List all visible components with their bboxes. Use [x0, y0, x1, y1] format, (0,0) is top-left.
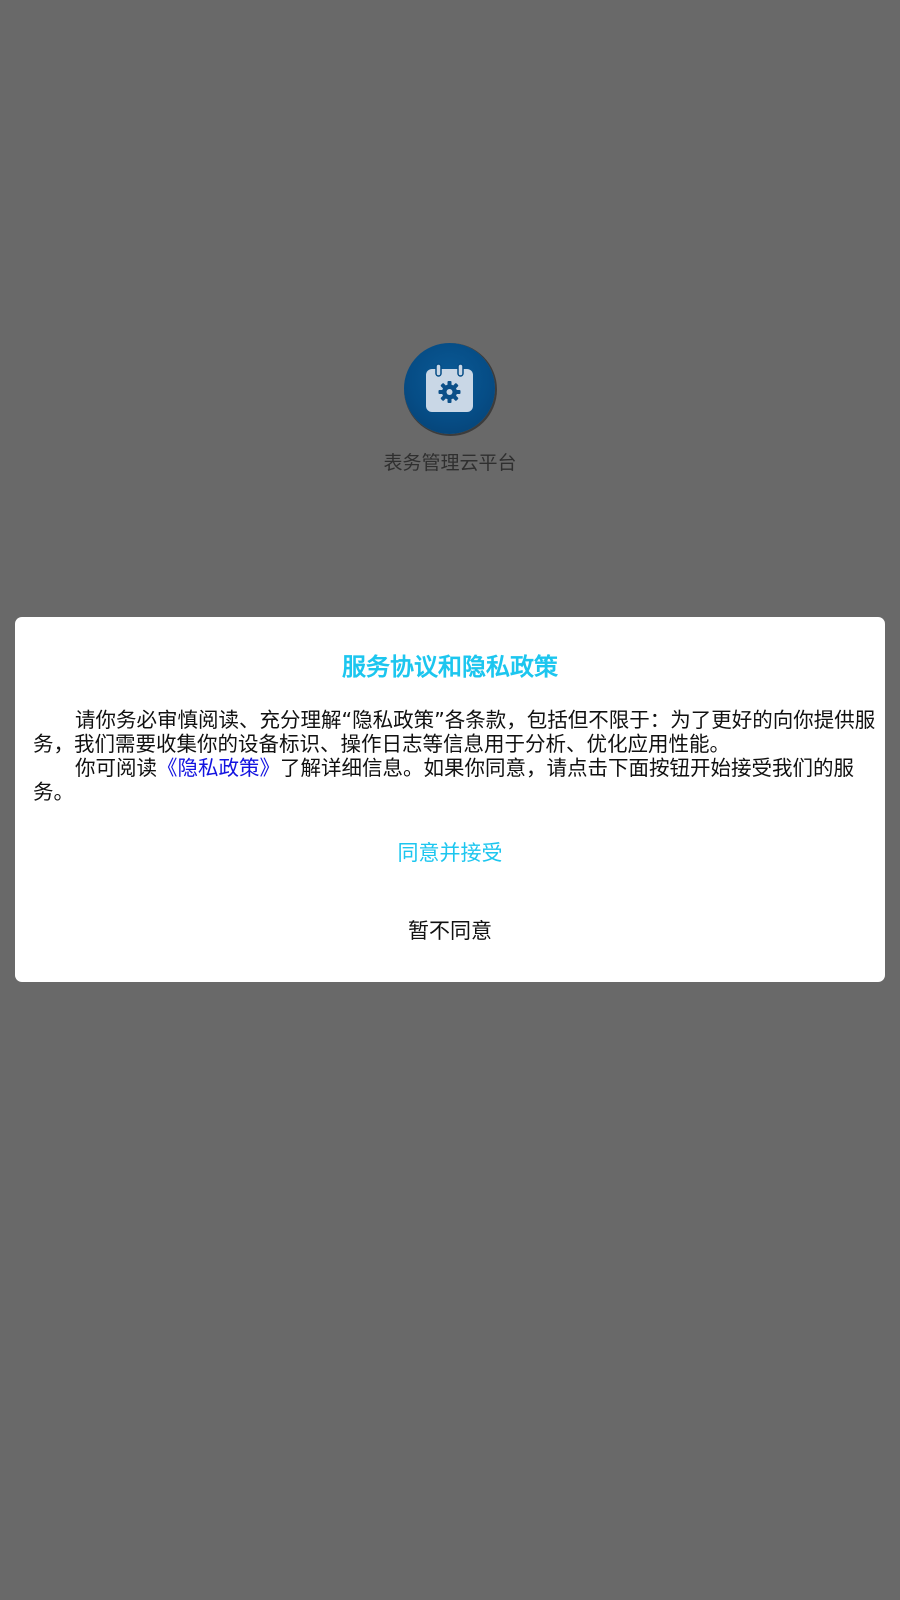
privacy-dialog: 服务协议和隐私政策 请你务必审慎阅读、充分理解“隐私政策”各条款，包括但不限于：…	[15, 617, 885, 982]
decline-button[interactable]: 暂不同意	[15, 915, 885, 945]
splash-screen: 表务管理云平台 服务协议和隐私政策 请你务必审慎阅读、充分理解“隐私政策”各条款…	[0, 0, 900, 1600]
privacy-paragraph-2: 你可阅读《隐私政策》了解详细信息。如果你同意，请点击下面按钮开始接受我们的服务。	[33, 756, 886, 804]
privacy-policy-link[interactable]: 《隐私政策》	[157, 756, 280, 780]
app-name: 表务管理云平台	[383, 452, 517, 474]
privacy-paragraph-1: 请你务必审慎阅读、充分理解“隐私政策”各条款，包括但不限于：为了更好的向你提供服…	[33, 708, 876, 756]
app-logo-icon	[404, 343, 495, 434]
calendar-gear-icon	[426, 363, 473, 412]
paragraph-2-prefix: 你可阅读	[75, 756, 157, 780]
dialog-title: 服务协议和隐私政策	[342, 653, 558, 681]
agree-button[interactable]: 同意并接受	[15, 837, 885, 867]
dialog-body: 请你务必审慎阅读、充分理解“隐私政策”各条款，包括但不限于：为了更好的向你提供服…	[33, 708, 886, 804]
